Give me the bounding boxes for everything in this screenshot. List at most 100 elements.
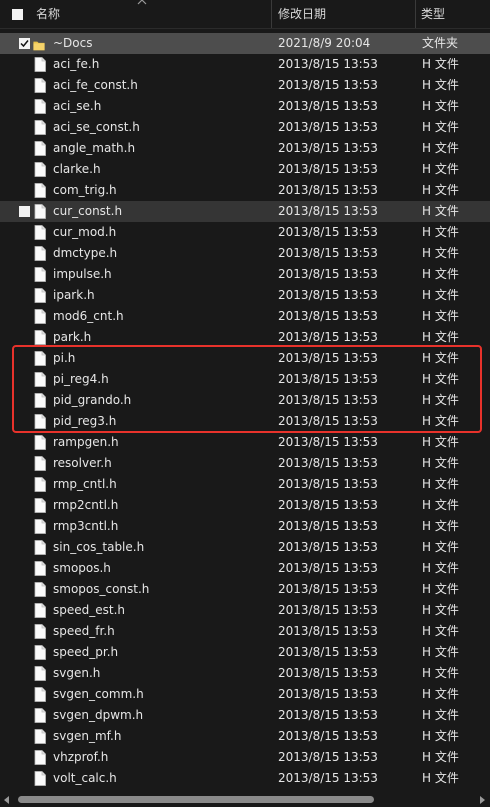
file-row[interactable]: smopos_const.h 2013/8/15 13:53 H 文件 (0, 579, 490, 600)
file-icon (34, 309, 46, 324)
file-icon (34, 141, 46, 156)
file-name: svgen_comm.h (53, 687, 144, 701)
column-type-header[interactable]: 类型 (421, 0, 445, 28)
file-row[interactable]: cur_mod.h 2013/8/15 13:53 H 文件 (0, 222, 490, 243)
file-row[interactable]: pi.h 2013/8/15 13:53 H 文件 (0, 348, 490, 369)
file-type: H 文件 (422, 477, 459, 491)
file-list: ~Docs 2021/8/9 20:04 文件夹 aci_fe.h 2013/8/15 … (0, 33, 490, 789)
modified-date: 2013/8/15 13:53 (278, 372, 378, 386)
file-row[interactable]: speed_est.h 2013/8/15 13:53 H 文件 (0, 600, 490, 621)
file-type: H 文件 (422, 645, 459, 659)
file-type: H 文件 (422, 540, 459, 554)
modified-date: 2013/8/15 13:53 (278, 120, 378, 134)
modified-date: 2013/8/15 13:53 (278, 561, 378, 575)
scrollbar-thumb[interactable] (18, 796, 374, 803)
select-all-checkbox-icon[interactable] (12, 9, 23, 20)
file-row[interactable]: sin_cos_table.h 2013/8/15 13:53 H 文件 (0, 537, 490, 558)
file-name: clarke.h (53, 162, 101, 176)
file-icon (34, 78, 46, 93)
file-icon (34, 771, 46, 786)
file-type: H 文件 (422, 456, 459, 470)
file-name: volt_calc.h (53, 771, 117, 785)
modified-date: 2013/8/15 13:53 (278, 183, 378, 197)
file-row[interactable]: rmp_cntl.h 2013/8/15 13:53 H 文件 (0, 474, 490, 495)
modified-date: 2013/8/15 13:53 (278, 708, 378, 722)
modified-date: 2013/8/15 13:53 (278, 99, 378, 113)
file-name: svgen_mf.h (53, 729, 122, 743)
file-row[interactable]: cur_const.h 2013/8/15 13:53 H 文件 (0, 201, 490, 222)
file-icon (34, 666, 46, 681)
file-row[interactable]: svgen_mf.h 2013/8/15 13:53 H 文件 (0, 726, 490, 747)
chevron-right-icon[interactable] (479, 796, 486, 804)
file-row[interactable]: rampgen.h 2013/8/15 13:53 H 文件 (0, 432, 490, 453)
file-name: dmctype.h (53, 246, 118, 260)
file-row[interactable]: impulse.h 2013/8/15 13:53 H 文件 (0, 264, 490, 285)
file-row[interactable]: svgen_dpwm.h 2013/8/15 13:53 H 文件 (0, 705, 490, 726)
file-row[interactable]: aci_se_const.h 2013/8/15 13:53 H 文件 (0, 117, 490, 138)
file-name: aci_fe_const.h (53, 78, 138, 92)
file-type: H 文件 (422, 771, 459, 785)
column-divider[interactable] (271, 0, 272, 28)
file-row[interactable]: smopos.h 2013/8/15 13:53 H 文件 (0, 558, 490, 579)
file-type: H 文件 (422, 351, 459, 365)
file-row[interactable]: rmp3cntl.h 2013/8/15 13:53 H 文件 (0, 516, 490, 537)
horizontal-scrollbar[interactable] (0, 792, 490, 807)
modified-date: 2013/8/15 13:53 (278, 729, 378, 743)
chevron-left-icon[interactable] (3, 796, 10, 804)
folder-row[interactable]: ~Docs 2021/8/9 20:04 文件夹 (0, 33, 490, 54)
file-row[interactable]: speed_pr.h 2013/8/15 13:53 H 文件 (0, 642, 490, 663)
file-icon (34, 393, 46, 408)
file-row[interactable]: volt_calc.h 2013/8/15 13:53 H 文件 (0, 768, 490, 789)
file-icon (34, 372, 46, 387)
file-name: cur_const.h (53, 204, 123, 218)
file-name: rmp3cntl.h (53, 519, 119, 533)
file-row[interactable]: rmp2cntl.h 2013/8/15 13:53 H 文件 (0, 495, 490, 516)
file-row[interactable]: svgen_comm.h 2013/8/15 13:53 H 文件 (0, 684, 490, 705)
file-row[interactable]: com_trig.h 2013/8/15 13:53 H 文件 (0, 180, 490, 201)
file-icon (34, 120, 46, 135)
file-icon (34, 582, 46, 597)
file-type: H 文件 (422, 78, 459, 92)
file-row[interactable]: pid_reg3.h 2013/8/15 13:53 H 文件 (0, 411, 490, 432)
file-row[interactable]: park.h 2013/8/15 13:53 H 文件 (0, 327, 490, 348)
file-row[interactable]: vhzprof.h 2013/8/15 13:53 H 文件 (0, 747, 490, 768)
file-type: H 文件 (422, 708, 459, 722)
file-row[interactable]: aci_fe.h 2013/8/15 13:53 H 文件 (0, 54, 490, 75)
file-icon (34, 519, 46, 534)
file-row[interactable]: angle_math.h 2013/8/15 13:53 H 文件 (0, 138, 490, 159)
modified-date: 2013/8/15 13:53 (278, 267, 378, 281)
file-name: rampgen.h (53, 435, 119, 449)
file-row[interactable]: aci_fe_const.h 2013/8/15 13:53 H 文件 (0, 75, 490, 96)
file-row[interactable]: ipark.h 2013/8/15 13:53 H 文件 (0, 285, 490, 306)
column-name-header[interactable]: 名称 (36, 0, 60, 28)
file-icon (34, 99, 46, 114)
file-name: vhzprof.h (53, 750, 109, 764)
file-row[interactable]: clarke.h 2013/8/15 13:53 H 文件 (0, 159, 490, 180)
file-icon (34, 603, 46, 618)
file-row[interactable]: pi_reg4.h 2013/8/15 13:53 H 文件 (0, 369, 490, 390)
file-type: H 文件 (422, 729, 459, 743)
modified-date: 2013/8/15 13:53 (278, 225, 378, 239)
row-checkbox[interactable] (19, 38, 30, 49)
file-name: pid_reg3.h (53, 414, 117, 428)
file-row[interactable]: resolver.h 2013/8/15 13:53 H 文件 (0, 453, 490, 474)
file-row[interactable]: mod6_cnt.h 2013/8/15 13:53 H 文件 (0, 306, 490, 327)
column-divider[interactable] (415, 0, 416, 28)
file-icon (34, 498, 46, 513)
file-row[interactable]: speed_fr.h 2013/8/15 13:53 H 文件 (0, 621, 490, 642)
chevron-up-icon[interactable] (137, 0, 147, 6)
file-row[interactable]: pid_grando.h 2013/8/15 13:53 H 文件 (0, 390, 490, 411)
file-icon (34, 351, 46, 366)
modified-date: 2013/8/15 13:53 (278, 750, 378, 764)
file-row[interactable]: aci_se.h 2013/8/15 13:53 H 文件 (0, 96, 490, 117)
file-type: H 文件 (422, 225, 459, 239)
row-checkbox[interactable] (19, 206, 30, 217)
file-row[interactable]: svgen.h 2013/8/15 13:53 H 文件 (0, 663, 490, 684)
file-icon (34, 225, 46, 240)
file-name: sin_cos_table.h (53, 540, 145, 554)
modified-date: 2013/8/15 13:53 (278, 330, 378, 344)
file-name: rmp_cntl.h (53, 477, 117, 491)
file-name: smopos.h (53, 561, 111, 575)
column-date-header[interactable]: 修改日期 (278, 0, 326, 28)
file-row[interactable]: dmctype.h 2013/8/15 13:53 H 文件 (0, 243, 490, 264)
